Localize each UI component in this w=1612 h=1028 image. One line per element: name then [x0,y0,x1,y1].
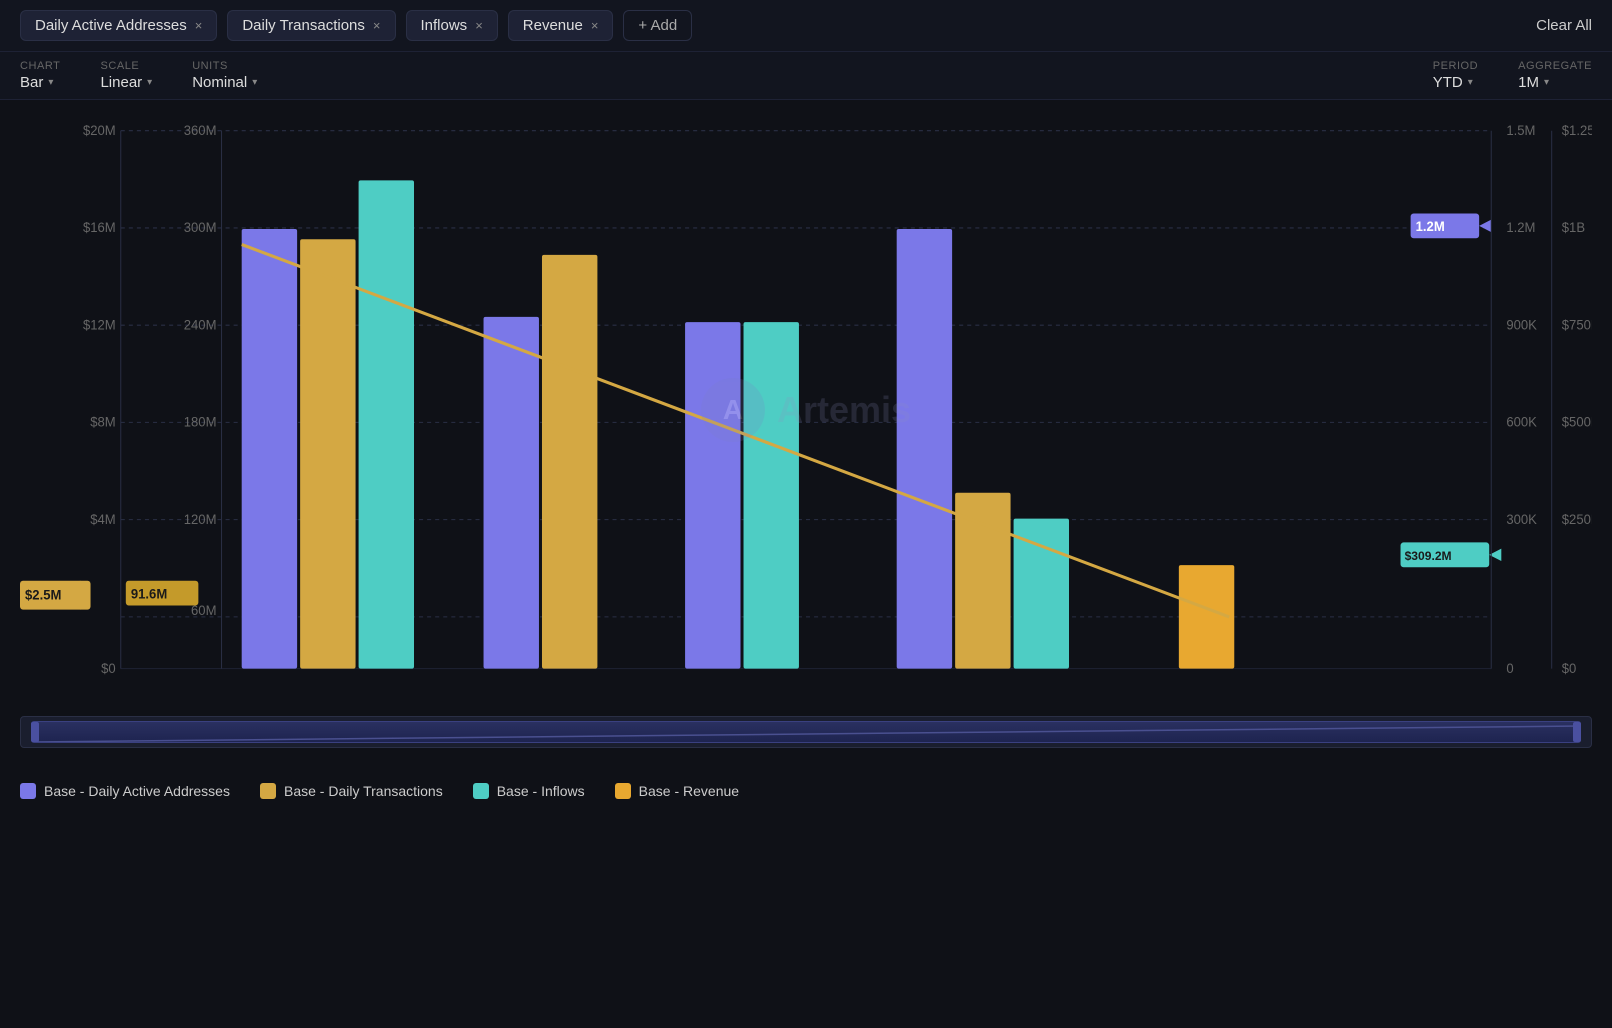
svg-text:$309.2M: $309.2M [1405,549,1452,563]
bar-daa-3 [685,322,740,669]
close-inflows-icon[interactable]: × [475,18,483,33]
price-tag-dt: 91.6M [126,581,199,606]
price-tag-daa: $2.5M [20,581,91,610]
legend-item-dt: Base - Daily Transactions [260,783,443,799]
legend-color-inflows [473,783,489,799]
chart-control[interactable]: CHART Bar ▾ [20,60,60,91]
chart-dropdown-icon: ▾ [48,77,53,88]
bar-dt-1 [300,239,355,668]
metric-tag-revenue[interactable]: Revenue × [508,10,614,41]
close-daa-icon[interactable]: × [195,18,203,33]
svg-text:$0: $0 [1562,661,1577,676]
metric-tag-inflows[interactable]: Inflows × [406,10,498,41]
legend: Base - Daily Active Addresses Base - Dai… [0,768,1612,814]
bar-dt-4 [955,493,1010,669]
svg-text:$1B: $1B [1562,220,1585,235]
aggregate-control[interactable]: AGGREGATE 1M ▾ [1518,60,1592,91]
bar-inflows-4 [1014,519,1069,669]
chart-svg: $20M $16M $12M $8M $4M $0 360M 300M 240M… [20,110,1592,710]
legend-color-daa [20,783,36,799]
svg-text:180M: 180M [184,414,217,429]
price-tag-inflows: 1.2M [1411,213,1492,238]
period-control[interactable]: PERIOD YTD ▾ [1433,60,1478,91]
period-dropdown-icon: ▾ [1468,77,1473,88]
close-revenue-icon[interactable]: × [591,18,599,33]
scale-dropdown-icon: ▾ [147,77,152,88]
close-dt-icon[interactable]: × [373,18,381,33]
aggregate-dropdown-icon: ▾ [1544,77,1549,88]
legend-color-dt [260,783,276,799]
svg-text:$1.25B: $1.25B [1562,123,1592,138]
svg-text:120M: 120M [184,512,217,527]
legend-item-revenue: Base - Revenue [615,783,739,799]
controls-bar: CHART Bar ▾ SCALE Linear ▾ UNITS Nominal… [0,52,1612,100]
bar-inflows-1 [359,180,414,668]
clear-all-button[interactable]: Clear All [1536,17,1592,34]
svg-text:1.2M: 1.2M [1416,219,1445,234]
svg-text:300M: 300M [184,220,217,235]
bar-dt-2 [542,255,597,669]
units-dropdown-icon: ▾ [252,77,257,88]
metric-tag-daa[interactable]: Daily Active Addresses × [20,10,217,41]
svg-text:$2.5M: $2.5M [25,587,61,602]
chart-container: A Artemis $20M $16M $12M $8M $4M $0 360M… [0,100,1612,768]
chart-area: A Artemis $20M $16M $12M $8M $4M $0 360M… [20,110,1592,710]
legend-item-inflows: Base - Inflows [473,783,585,799]
bar-daa-2 [484,317,539,669]
svg-text:360M: 360M [184,123,217,138]
svg-text:600K: 600K [1506,414,1537,429]
bar-daa-4 [897,229,952,669]
svg-text:$4M: $4M [90,512,115,527]
svg-text:1.2M: 1.2M [1506,220,1535,235]
price-tag-revenue: $309.2M [1401,542,1502,567]
svg-text:240M: 240M [184,317,217,332]
bar-inflows-3 [744,322,799,669]
top-bar: Daily Active Addresses × Daily Transacti… [0,0,1612,52]
legend-color-revenue [615,783,631,799]
metric-tag-dt[interactable]: Daily Transactions × [227,10,395,41]
svg-text:300K: 300K [1506,512,1537,527]
svg-text:$20M: $20M [83,123,116,138]
svg-text:$12M: $12M [83,317,116,332]
svg-text:$16M: $16M [83,220,116,235]
scrollbar-container[interactable] [20,716,1592,748]
scale-control[interactable]: SCALE Linear ▾ [100,60,152,91]
svg-text:1.5M: 1.5M [1506,123,1535,138]
scrollbar-handle-left[interactable] [31,722,39,742]
svg-text:$250M: $250M [1562,512,1592,527]
svg-text:$500M: $500M [1562,414,1592,429]
svg-text:$0: $0 [101,661,116,676]
legend-item-daa: Base - Daily Active Addresses [20,783,230,799]
bar-daa-1 [242,229,297,669]
svg-text:91.6M: 91.6M [131,586,167,601]
add-metric-button[interactable]: + Add [623,10,692,41]
scrollbar-handle-right[interactable] [1573,722,1581,742]
svg-text:$750M: $750M [1562,317,1592,332]
svg-text:900K: 900K [1506,317,1537,332]
svg-text:0: 0 [1506,661,1513,676]
units-control[interactable]: UNITS Nominal ▾ [192,60,257,91]
svg-text:$8M: $8M [90,414,115,429]
